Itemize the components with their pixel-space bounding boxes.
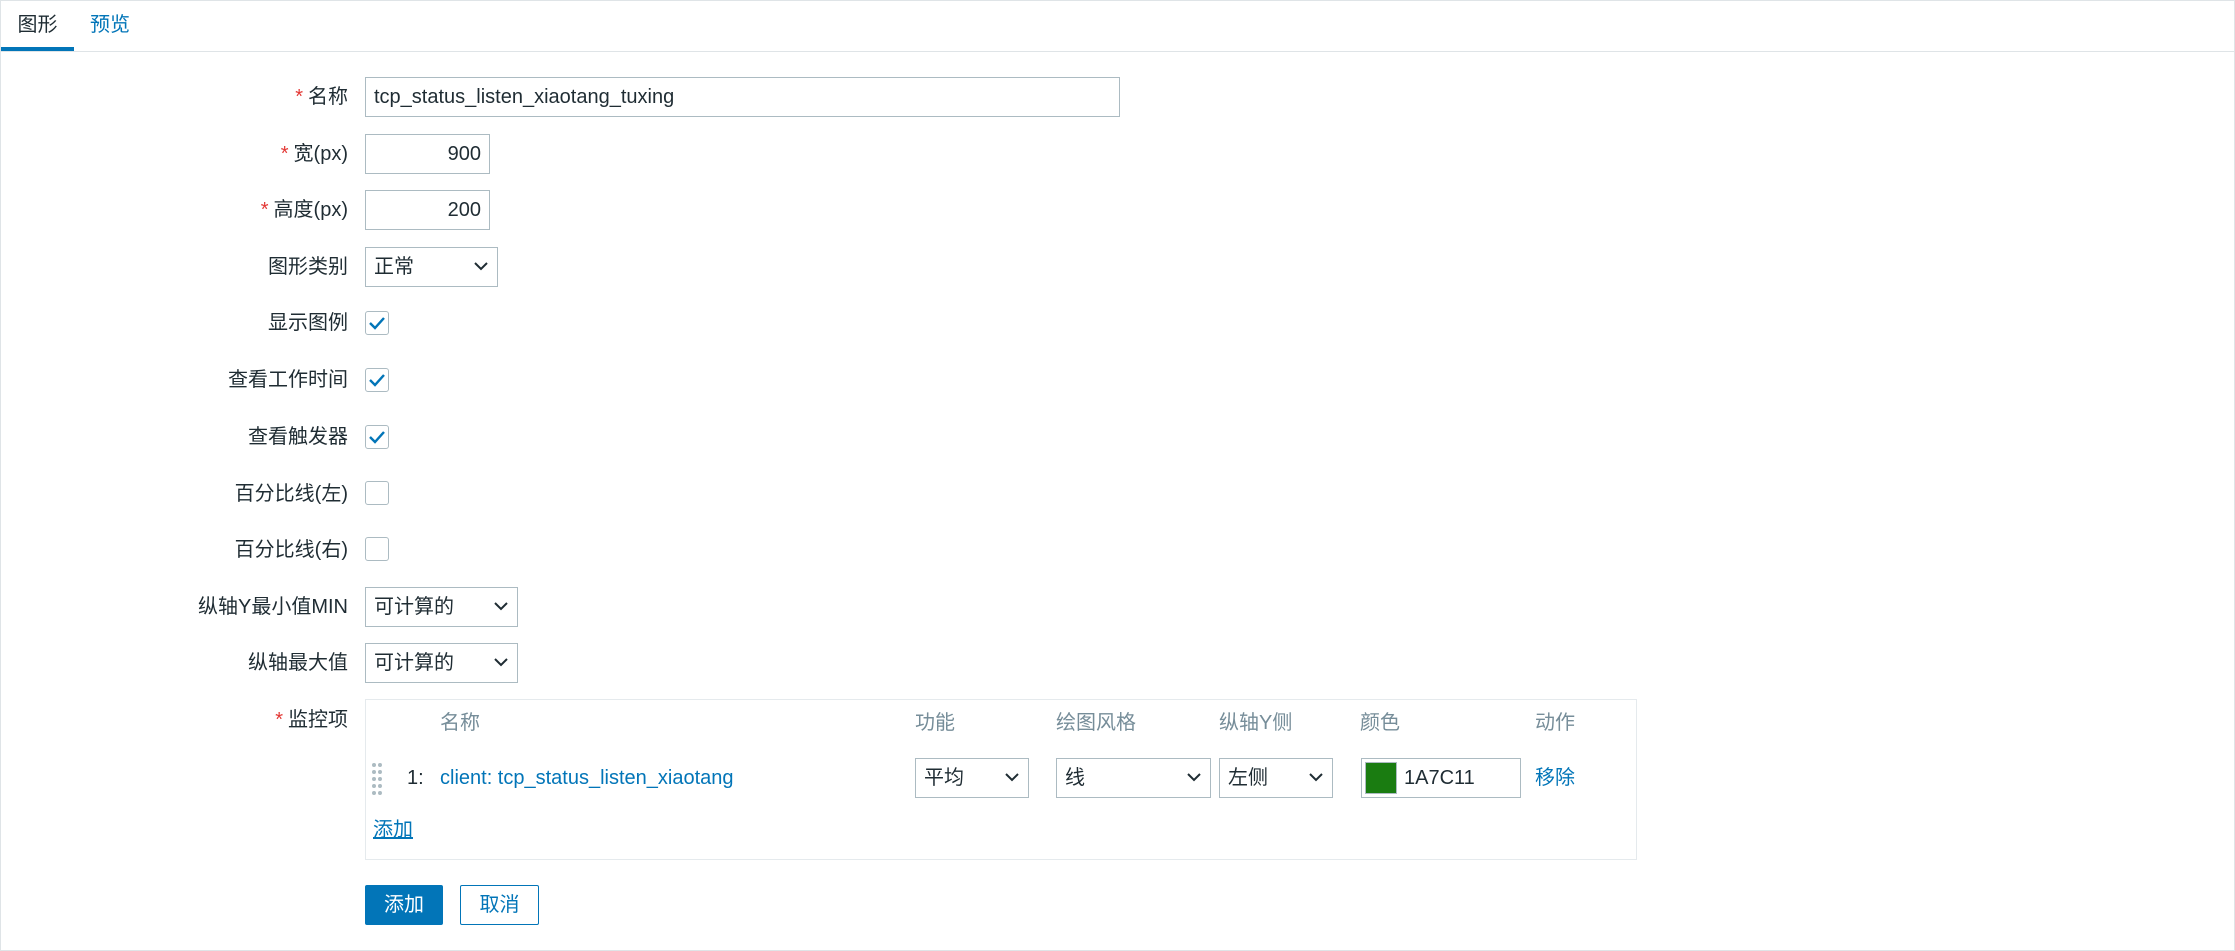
row-index: 1:	[407, 767, 424, 789]
ymin-type-select[interactable]: 可计算的	[365, 587, 518, 627]
draw-style-select[interactable]: 线	[1056, 758, 1211, 798]
column-header-y-axis-side: 纵轴Y侧	[1219, 712, 1293, 734]
chevron-down-icon	[1187, 773, 1201, 782]
y-axis-side-select[interactable]: 左侧	[1219, 758, 1333, 798]
column-header-color: 颜色	[1360, 712, 1400, 734]
remove-link[interactable]: 移除	[1535, 766, 1575, 790]
ymax-type-label: 纵轴最大值	[248, 652, 348, 674]
chevron-down-icon	[474, 262, 488, 271]
ymin-type-value: 可计算的	[374, 596, 454, 618]
function-select[interactable]: 平均	[915, 758, 1029, 798]
checkmark-icon	[369, 431, 385, 444]
column-header-function: 功能	[915, 712, 955, 734]
show-triggers-checkbox[interactable]	[365, 425, 389, 449]
tab-preview[interactable]: 预览	[90, 0, 130, 49]
color-swatch[interactable]	[1365, 762, 1397, 794]
show-working-time-label: 查看工作时间	[228, 369, 348, 391]
show-triggers-label: 查看触发器	[248, 426, 348, 448]
graph-type-value: 正常	[374, 256, 414, 278]
width-label: * 宽(px)	[0, 134, 348, 174]
drag-handle-icon[interactable]	[371, 762, 383, 796]
cancel-button[interactable]: 取消	[460, 885, 539, 925]
width-label-text: 宽(px)	[293, 143, 348, 165]
item-name-link[interactable]: client: tcp_status_listen_xiaotang	[440, 766, 734, 790]
column-header-action: 动作	[1535, 712, 1575, 734]
ymax-type-select[interactable]: 可计算的	[365, 643, 518, 683]
tab-bar: 图形 预览	[0, 0, 2235, 52]
show-legend-checkbox[interactable]	[365, 311, 389, 335]
required-marker: *	[295, 86, 303, 108]
required-marker: *	[260, 199, 269, 221]
chevron-down-icon	[494, 658, 508, 667]
graph-type-select[interactable]: 正常	[365, 247, 498, 287]
chevron-down-icon	[1309, 773, 1323, 782]
items-label-text: 监控项	[288, 709, 348, 731]
height-label: * 高度(px)	[0, 190, 348, 230]
y-axis-side-value: 左侧	[1228, 767, 1268, 789]
items-label: * 监控项	[0, 700, 348, 740]
color-value: 1A7C11	[1404, 767, 1475, 789]
percentile-left-label: 百分比线(左)	[234, 483, 348, 505]
ymax-type-value: 可计算的	[374, 652, 454, 674]
draw-style-value: 线	[1065, 767, 1085, 789]
name-input[interactable]	[365, 77, 1120, 117]
name-label-text: 名称	[308, 86, 348, 108]
required-marker: *	[280, 143, 289, 165]
name-label: * 名称	[0, 77, 348, 117]
checkmark-icon	[369, 374, 385, 387]
checkmark-icon	[369, 317, 385, 330]
add-item-link[interactable]: 添加	[373, 818, 413, 842]
height-label-text: 高度(px)	[273, 199, 348, 221]
tab-graph[interactable]: 图形	[1, 0, 74, 51]
add-button[interactable]: 添加	[365, 885, 443, 925]
function-value: 平均	[924, 767, 964, 789]
ymin-type-label: 纵轴Y最小值MIN	[198, 596, 348, 618]
percentile-right-label: 百分比线(右)	[234, 539, 348, 561]
width-input[interactable]	[365, 134, 490, 174]
column-header-draw-style: 绘图风格	[1056, 712, 1136, 734]
required-marker: *	[275, 709, 283, 731]
chevron-down-icon	[1005, 773, 1019, 782]
graph-type-label: 图形类别	[268, 256, 348, 278]
show-legend-label: 显示图例	[268, 312, 348, 334]
column-header-name: 名称	[440, 712, 480, 734]
percentile-right-checkbox[interactable]	[365, 537, 389, 561]
height-input[interactable]	[365, 190, 490, 230]
percentile-left-checkbox[interactable]	[365, 481, 389, 505]
chevron-down-icon	[494, 602, 508, 611]
show-working-time-checkbox[interactable]	[365, 368, 389, 392]
